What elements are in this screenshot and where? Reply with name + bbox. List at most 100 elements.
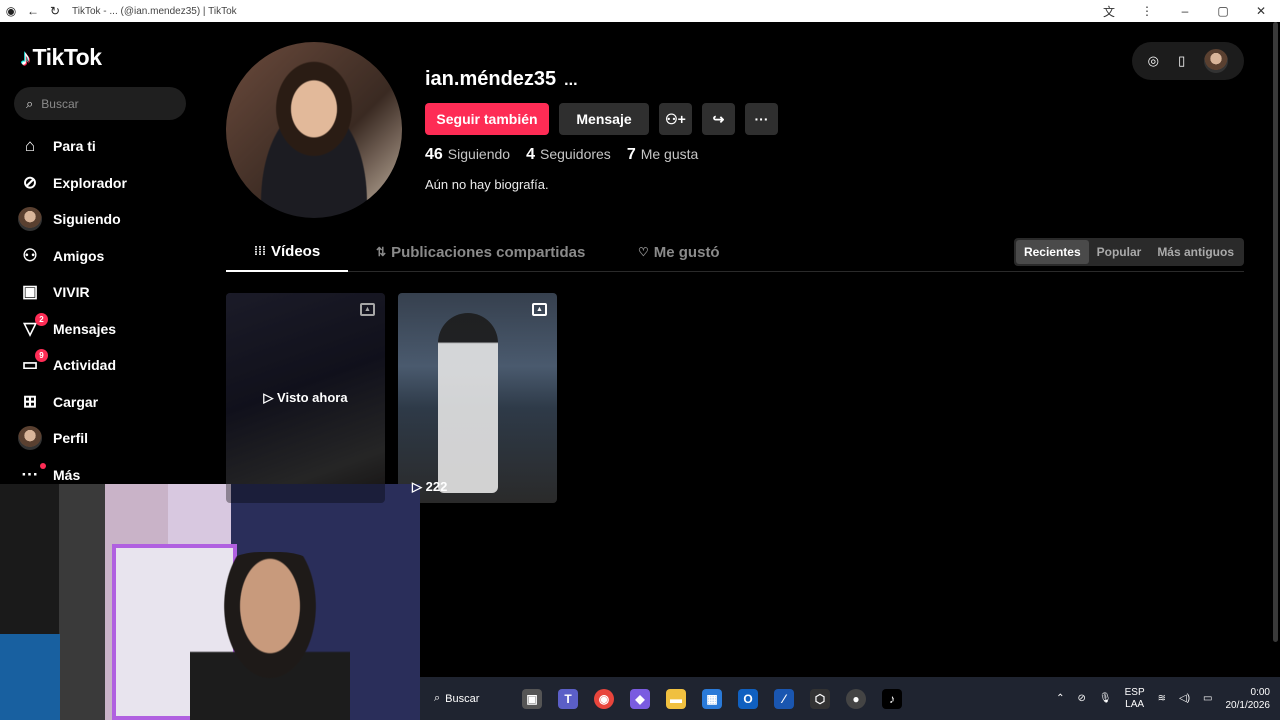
- followers-label: Seguidores: [539, 146, 611, 162]
- back-icon[interactable]: ←: [22, 4, 44, 18]
- tab-label: Vídeos: [271, 242, 321, 260]
- webcam-overlay: [0, 484, 420, 720]
- store-icon[interactable]: ▦: [702, 688, 722, 709]
- microphone-icon[interactable]: 🎙: [1099, 693, 1112, 704]
- clock-time: 0:00: [1250, 686, 1270, 698]
- add-friend-icon[interactable]: ⚇+: [659, 103, 692, 135]
- search-input[interactable]: ⌕ Buscar: [14, 87, 186, 120]
- sidebar-item-label: Explorador: [53, 174, 127, 191]
- sidebar-item-perfil[interactable]: Perfil: [18, 420, 127, 457]
- lang-bottom: LAA: [1125, 698, 1145, 710]
- grid-icon: ⁞⁞⁞: [254, 244, 266, 258]
- scrollbar[interactable]: [1272, 22, 1280, 677]
- watched-now-label: ▷ Visto ahora: [226, 293, 385, 503]
- send-icon: ▽ 2: [18, 312, 48, 341]
- wifi-icon[interactable]: ≋: [1158, 693, 1166, 704]
- sidebar-item-label: Más: [53, 466, 81, 483]
- sidebar-item-actividad[interactable]: ▭ 9 Actividad: [18, 347, 127, 384]
- menu-icon[interactable]: ⋮: [1128, 4, 1166, 18]
- battery-icon[interactable]: ▭: [1203, 693, 1212, 704]
- webcam-background-object: [0, 634, 60, 720]
- sort-oldest[interactable]: Más antiguos: [1149, 240, 1242, 264]
- copilot-icon[interactable]: ◆: [630, 688, 650, 709]
- reload-icon[interactable]: ↻: [44, 4, 66, 18]
- tab-reposts[interactable]: ⇅ Publicaciones compartidas: [376, 232, 585, 272]
- scrollbar-thumb[interactable]: [1273, 22, 1278, 642]
- search-icon: ⌕: [434, 692, 441, 704]
- followers-stat[interactable]: 4 Seguidores: [526, 146, 611, 164]
- followers-count: 4: [526, 146, 535, 163]
- vscode-icon[interactable]: ⁄: [774, 688, 794, 709]
- following-stat[interactable]: 46 Siguiendo: [425, 146, 510, 164]
- sidebar-item-label: Mensajes: [53, 320, 117, 337]
- outlook-icon[interactable]: O: [738, 688, 758, 709]
- sidebar-item-mensajes[interactable]: ▽ 2 Mensajes: [18, 311, 127, 348]
- profile-avatar-small: [18, 426, 42, 451]
- message-button[interactable]: Mensaje: [559, 103, 649, 135]
- chrome-icon[interactable]: ◉: [594, 688, 614, 709]
- teams-icon[interactable]: T: [558, 688, 578, 709]
- clock[interactable]: 0:00 20/1/2026: [1226, 686, 1271, 712]
- tiktok-logo[interactable]: ♪ TikTok: [20, 44, 102, 71]
- tab-videos[interactable]: ⁞⁞⁞ Vídeos: [226, 232, 349, 272]
- sort-recent[interactable]: Recientes: [1015, 240, 1089, 264]
- view-count-text: 222: [425, 479, 448, 494]
- windows-taskbar: ⌕ Buscar ▣ T ◉ ◆ ▬ ▦ O ⁄ ⬡ ● ♪ ⌃ ⊘ 🎙 ESP L…: [420, 677, 1280, 720]
- camera-off-icon[interactable]: ⊘: [1078, 693, 1086, 704]
- share-icon[interactable]: ↪: [702, 103, 735, 135]
- maximize-button[interactable]: ▢: [1204, 4, 1242, 18]
- activity-badge: 9: [35, 349, 48, 363]
- video-card[interactable]: ▲ ▷ 222: [398, 293, 557, 503]
- app-icon[interactable]: ⬡: [810, 688, 830, 709]
- user-avatar[interactable]: [1204, 49, 1229, 73]
- browser-titlebar: ◉ ← ↻ TikTok - ... (@ian.mendez35) | Tik…: [0, 0, 1280, 22]
- sidebar-item-label: Para ti: [53, 138, 96, 155]
- sidebar-item-para-ti[interactable]: ⌂ Para ti: [18, 128, 127, 165]
- follow-button[interactable]: Seguir también: [425, 103, 549, 135]
- sidebar-item-vivir[interactable]: ▣ VIVIR: [18, 274, 127, 311]
- file-explorer-icon[interactable]: ▬: [666, 688, 686, 709]
- language-indicator[interactable]: ESP LAA: [1125, 687, 1145, 711]
- username-more-button[interactable]: ...: [564, 72, 577, 89]
- tiktok-note-icon: ♪: [20, 44, 31, 70]
- chevron-up-icon[interactable]: ⌃: [1056, 693, 1064, 704]
- tab-liked[interactable]: ♡ Me gustó: [638, 232, 720, 272]
- taskbar-search[interactable]: ⌕ Buscar: [434, 692, 504, 705]
- webcam-person: [190, 552, 350, 720]
- profile-bio: Aún no hay biografía.: [425, 177, 549, 192]
- sidebar-item-siguiendo[interactable]: Siguiendo: [18, 201, 127, 238]
- video-card[interactable]: ▲ ▷ Visto ahora: [226, 293, 385, 503]
- volume-icon[interactable]: ◁): [1179, 693, 1190, 704]
- tiktok-taskbar-icon[interactable]: ♪: [882, 688, 902, 709]
- more-options-icon[interactable]: ···: [745, 103, 778, 135]
- sidebar-item-label: Actividad: [53, 357, 117, 374]
- live-icon: ▣: [21, 282, 39, 302]
- sidebar-item-label: Amigos: [53, 247, 105, 264]
- minimize-button[interactable]: –: [1166, 4, 1204, 18]
- task-view-icon[interactable]: ▣: [522, 688, 542, 709]
- coin-icon[interactable]: ◎: [1148, 53, 1159, 69]
- sort-popular[interactable]: Popular: [1089, 240, 1150, 264]
- close-button[interactable]: ✕: [1242, 4, 1280, 18]
- search-placeholder: Buscar: [41, 96, 79, 111]
- photo-post-icon: ▲: [532, 303, 547, 316]
- tab-label: Publicaciones compartidas: [391, 243, 586, 261]
- inbox-icon: ▭ 9: [18, 349, 48, 377]
- heart-icon: ♡: [638, 245, 649, 259]
- sidebar-item-cargar[interactable]: ⊞ Cargar: [18, 384, 127, 421]
- compass-icon: ⊘: [22, 172, 38, 192]
- clock-date: 20/1/2026: [1225, 699, 1271, 711]
- sidebar-item-amigos[interactable]: ⚇ Amigos: [18, 238, 127, 275]
- obs-icon[interactable]: ●: [846, 688, 866, 709]
- sidebar-item-label: VIVIR: [53, 284, 90, 301]
- home-icon: ⌂: [24, 136, 36, 156]
- search-icon: ⌕: [26, 95, 34, 111]
- profile-avatar: [226, 42, 402, 218]
- window-title: TikTok - ... (@ian.mendez35) | TikTok: [72, 5, 237, 17]
- lang-top: ESP: [1124, 686, 1145, 698]
- messages-badge: 2: [35, 312, 48, 326]
- translate-icon[interactable]: 文: [1090, 3, 1128, 20]
- sidebar-item-explorador[interactable]: ⊘ Explorador: [18, 165, 127, 202]
- mobile-icon[interactable]: ▯: [1178, 53, 1185, 69]
- repost-icon: ⇅: [376, 245, 387, 259]
